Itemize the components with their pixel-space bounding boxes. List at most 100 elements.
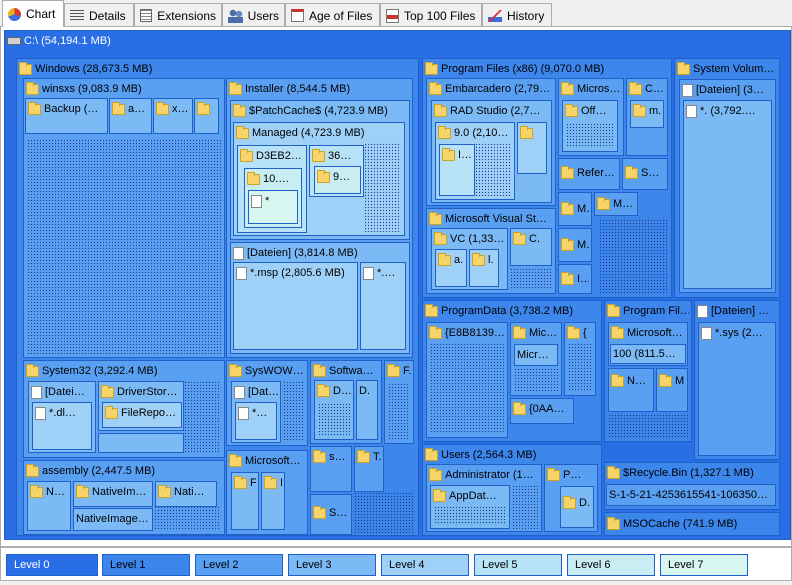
treemap-node-n100[interactable]: 100 (811.5… (610, 344, 686, 364)
treemap-node-n0aa[interactable]: {0AA… (510, 398, 574, 424)
extensions-icon (140, 9, 153, 22)
treemap-node-i-last[interactable]: I… (558, 264, 592, 294)
node-label: System32 (3,292.4 MB) (42, 365, 158, 377)
treemap-node-pf-n[interactable]: N… (608, 368, 654, 412)
treemap-node-star-small[interactable]: * (248, 190, 298, 224)
node-label: FileRepo… (121, 407, 177, 419)
treemap-node-filerepo[interactable]: FileRepo… (102, 402, 182, 428)
treemap-node-appdat[interactable]: AppDat… (430, 485, 510, 529)
folder-icon (19, 61, 32, 75)
treemap-node-win-s2[interactable]: S… (310, 494, 352, 535)
folder-icon (236, 125, 249, 139)
treemap-node-refer[interactable]: Refer… (558, 158, 620, 190)
node-label: Windows (28,673.5 MB) (35, 63, 153, 75)
node-label: [Dateien] … (711, 305, 770, 317)
treemap-node-vc-l[interactable]: l. (469, 249, 499, 287)
treemap-node-m3[interactable]: M… (558, 228, 592, 262)
treemap-node-softwa-d2[interactable]: D. (356, 380, 378, 440)
treemap-node-winsxs-small[interactable] (194, 98, 219, 134)
node-label: $Recycle.Bin (1,327.1 MB) (623, 467, 754, 479)
folder-icon (26, 81, 39, 95)
treemap-node-winsxs-x[interactable]: x… (153, 98, 193, 134)
treemap-node-msp[interactable]: *.msp (2,805.6 MB) (233, 262, 358, 350)
treemap-node-sid[interactable]: S-1-5-21-4253615541-106350… (606, 484, 776, 506)
folder-icon (101, 384, 114, 398)
node-label: Backup (… (44, 103, 99, 115)
folder-icon (472, 252, 485, 266)
tab-top-100-files[interactable]: Top 100 Files (380, 3, 482, 27)
treemap-node-backup[interactable]: Backup (… (25, 98, 108, 134)
tab-age-of-files[interactable]: Age of Files (285, 3, 380, 27)
treemap-node-c-vs[interactable]: C. (510, 228, 552, 266)
treemap-node-nativeimage[interactable]: NativeImage… (73, 508, 153, 531)
node-label: a… (128, 103, 146, 115)
treemap-node-s-ref[interactable]: S… (622, 158, 668, 190)
node-label: Program Files (x86) (9,070.0 MB) (441, 63, 605, 75)
treemap[interactable]: C:\ (54,194.1 MB) Windows (28,673.5 MB) … (4, 30, 791, 546)
treemap-node-m1[interactable]: M… (558, 192, 592, 226)
tab-history[interactable]: History (482, 3, 552, 27)
drive-icon (7, 37, 21, 45)
treemap-node-micr[interactable]: Micr… (514, 344, 558, 366)
treemap-node-pd-brace[interactable]: { (564, 322, 596, 396)
treemap-node-sys-file[interactable]: *.sys (2… (698, 322, 776, 456)
file-icon (686, 104, 697, 118)
node-label: DriverStor… (117, 386, 178, 398)
treemap-node-u-d[interactable]: D. (560, 486, 594, 528)
pie-chart-icon (8, 7, 21, 21)
treemap-node-nativeim[interactable]: NativeIm… (73, 481, 153, 507)
folder-icon (425, 61, 438, 75)
small-files-pattern (27, 139, 221, 354)
treemap-node-off[interactable]: Off… (562, 100, 618, 152)
treemap-node-ms-i[interactable]: I (261, 472, 285, 530)
tab-extensions[interactable]: Extensions (134, 3, 222, 27)
treemap-node-win-s[interactable]: s… (310, 446, 352, 492)
treemap-node-m-top[interactable]: m. (630, 100, 664, 128)
node-label: Softwa… (329, 365, 374, 377)
node-label: M… (577, 203, 589, 215)
treemap-node-rs-other[interactable] (517, 122, 547, 174)
treemap-node-msocache[interactable]: MSOCache (741.9 MB) (604, 512, 780, 536)
tab-chart[interactable]: Chart (2, 0, 64, 27)
legend-level-6: Level 6 (567, 554, 655, 576)
node-label: Users (2,564.3 MB) (441, 449, 537, 461)
treemap-node-vc-a[interactable]: a. (435, 249, 467, 287)
small-files-pattern (510, 268, 552, 290)
treemap-node-softwa-d[interactable]: D… (314, 380, 354, 440)
folder-icon (313, 363, 326, 377)
node-label: Administrator (1… (445, 469, 534, 481)
node-label: Micr… (517, 349, 549, 361)
node-label: RAD Studio (2,7… (450, 105, 541, 117)
treemap-node-rs-i[interactable]: I… (439, 144, 475, 196)
treemap-node-asm-n[interactable]: N… (27, 481, 71, 531)
treemap-node-e8b8[interactable]: {E8B8139… (426, 322, 508, 438)
file-icon (31, 385, 42, 399)
treemap-node-syswow-star[interactable]: *… (235, 402, 277, 440)
treemap-node-win-f[interactable]: F. (384, 360, 414, 444)
treemap-node-win-t[interactable]: T. (354, 446, 384, 492)
tab-users[interactable]: Users (222, 3, 285, 27)
treemap-node-sysvol-star[interactable]: *. (3,792.… (683, 100, 772, 289)
treemap-node-ms-f[interactable]: F (231, 472, 259, 530)
folder-icon (28, 101, 41, 115)
node-label: $PatchCache$ (4,723.9 MB) (249, 105, 388, 117)
folder-icon (433, 488, 446, 502)
folder-icon (76, 484, 89, 498)
treemap-node-winsxs-a[interactable]: a… (109, 98, 152, 134)
folder-icon (240, 148, 253, 162)
tab-details[interactable]: Details (64, 3, 134, 27)
treemap-node-msp2[interactable]: *.… (360, 262, 406, 350)
treemap-node-n9[interactable]: 9… (314, 166, 361, 194)
small-files-pattern (434, 506, 506, 525)
file-icon (238, 406, 249, 420)
folder-icon (387, 363, 400, 377)
folder-icon (26, 363, 39, 377)
small-files-pattern (364, 143, 401, 232)
treemap-node-dll[interactable]: *.dl… (32, 402, 92, 450)
node-label: Microsoft… (627, 327, 683, 339)
treemap-node-nati[interactable]: Nati… (155, 481, 217, 507)
treemap-node-m2[interactable]: M… (594, 192, 638, 216)
treemap-node-system32-other[interactable] (98, 433, 184, 453)
node-label: S-1-5-21-4253615541-106350… (609, 489, 769, 501)
treemap-node-pf-m[interactable]: M. (656, 368, 688, 412)
